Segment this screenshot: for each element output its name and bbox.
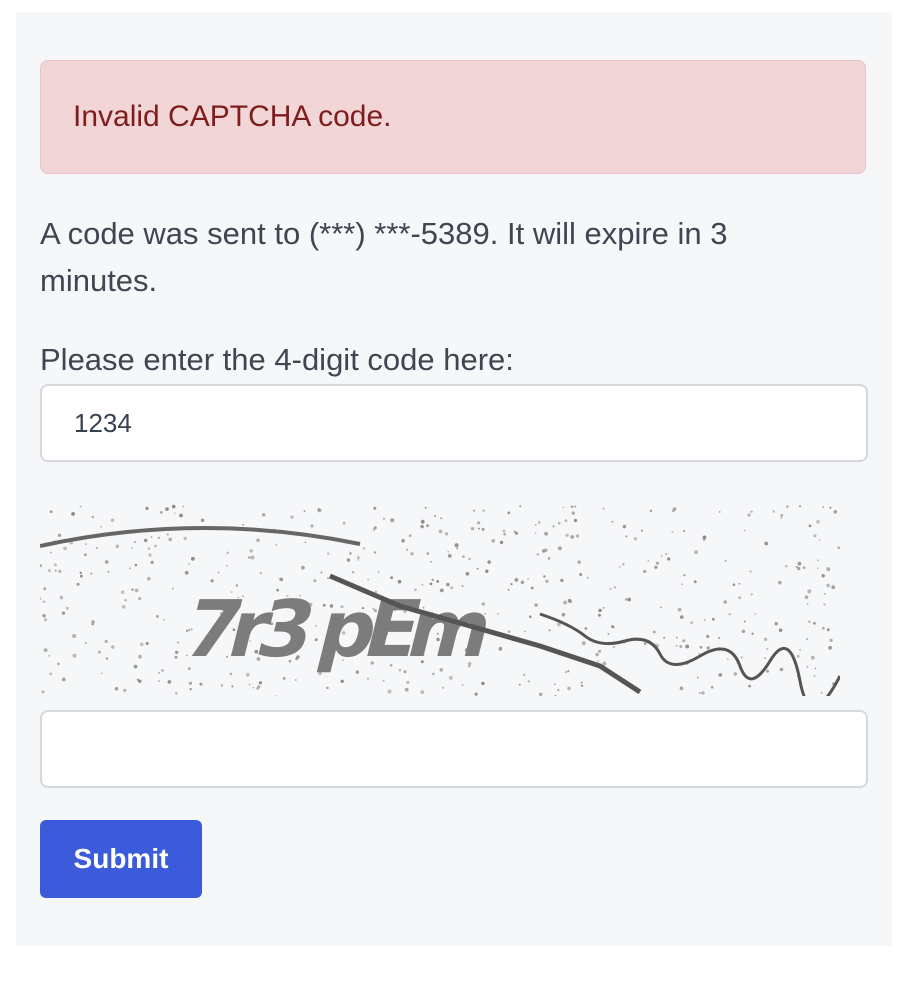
captcha-text: 7r3 pEm	[175, 583, 497, 675]
code-field-label: Please enter the 4-digit code here:	[40, 342, 514, 377]
verification-code-input[interactable]	[40, 384, 868, 462]
submit-button[interactable]: Submit	[40, 820, 202, 898]
error-alert-message: Invalid CAPTCHA code.	[73, 100, 392, 133]
captcha-image: 7r3 pEm	[40, 496, 840, 696]
verification-panel: Invalid CAPTCHA code. A code was sent to…	[16, 12, 892, 946]
captcha-input[interactable]	[40, 710, 868, 788]
error-alert: Invalid CAPTCHA code.	[40, 60, 866, 174]
code-sent-message: A code was sent to (***) ***-5389. It wi…	[40, 216, 728, 298]
